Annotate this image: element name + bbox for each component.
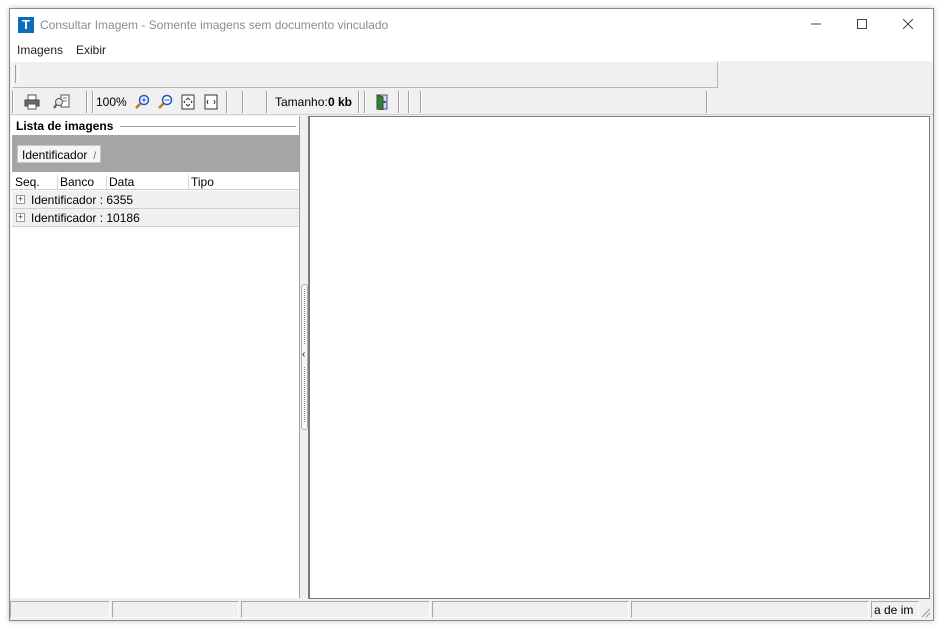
printer-icon (24, 94, 40, 110)
maximize-icon (857, 19, 867, 29)
status-cell-2 (112, 601, 239, 618)
expand-icon[interactable]: + (16, 213, 25, 222)
image-viewer[interactable] (308, 116, 930, 599)
zoom-in-icon (135, 94, 150, 109)
exit-button[interactable] (372, 92, 392, 112)
toolbar-separator (86, 91, 88, 113)
group-row-label: Identificador : 6355 (31, 193, 134, 207)
print-button[interactable] (22, 92, 42, 112)
image-list-title: Lista de imagens (16, 119, 120, 133)
toolbar-grip[interactable] (364, 91, 366, 113)
fit-page-button[interactable] (178, 92, 198, 112)
status-cell-3 (241, 601, 430, 618)
grip-dots (304, 289, 305, 344)
group-row[interactable]: + Identificador : 10186 (12, 209, 299, 227)
status-cell-1 (10, 601, 110, 618)
toolbar-separator (92, 91, 94, 113)
title-bar[interactable]: T Consultar Imagem - Somente imagens sem… (10, 9, 933, 41)
group-row-label: Identificador : 10186 (31, 211, 140, 225)
column-header-tipo[interactable]: Tipo (188, 175, 298, 189)
resize-grip-icon[interactable] (921, 608, 931, 618)
size-value: 0 kb (328, 95, 353, 109)
toolbar-grip[interactable] (12, 91, 14, 113)
menu-imagens[interactable]: Imagens (17, 43, 63, 57)
toolbar-grip[interactable] (408, 91, 410, 113)
status-cell-5 (631, 601, 869, 618)
window-title: Consultar Imagem - Somente imagens sem d… (40, 18, 389, 32)
main-window: T Consultar Imagem - Somente imagens sem… (9, 8, 934, 621)
toolbar-separator (398, 91, 400, 113)
group-row[interactable]: + Identificador : 6355 (12, 191, 299, 209)
exit-door-icon (376, 94, 388, 110)
app-logo-icon: T (18, 17, 34, 33)
close-button[interactable] (885, 9, 931, 39)
grip-dots (304, 367, 305, 422)
image-list-panel: Lista de imagens Identificador / Seq. Ban… (11, 116, 300, 598)
menu-bar: Imagens Exibir (10, 41, 933, 61)
fit-width-icon (204, 94, 218, 110)
column-header-seq[interactable]: Seq. (13, 175, 57, 189)
toolbar-separator (358, 91, 360, 113)
toolbar-separator (242, 91, 244, 113)
print-preview-button[interactable] (52, 92, 72, 112)
sort-ascending-icon: / (93, 151, 97, 162)
column-headers: Seq. Banco Data Tipo (12, 173, 299, 190)
menu-exibir[interactable]: Exibir (76, 43, 106, 57)
zoom-out-button[interactable] (155, 92, 175, 112)
column-header-banco[interactable]: Banco (57, 175, 106, 189)
toolbar: 100% Tamanho: 0 kb (10, 89, 933, 115)
group-by-label: Identificador (22, 148, 88, 162)
collapse-left-icon[interactable]: ‹ (302, 349, 305, 360)
expand-icon[interactable]: + (16, 195, 25, 204)
print-preview-icon (53, 94, 70, 109)
zoom-in-button[interactable] (132, 92, 152, 112)
group-by-chip[interactable]: Identificador / (17, 145, 102, 163)
zoom-level: 100% (96, 95, 127, 109)
toolbar-separator (706, 91, 708, 113)
maximize-button[interactable] (839, 9, 885, 39)
panel-title-rule (120, 126, 296, 127)
group-by-area[interactable]: Identificador / (12, 135, 299, 172)
status-cell-6: a de im (871, 601, 919, 618)
fit-width-button[interactable] (201, 92, 221, 112)
zoom-out-icon (158, 94, 173, 109)
toolbar-separator (226, 91, 228, 113)
close-icon (903, 19, 913, 29)
status-bar: a de im (10, 599, 933, 620)
minimize-button[interactable] (793, 9, 839, 39)
splitter-handle[interactable]: ‹ (301, 284, 308, 430)
toolbar-separator (420, 91, 422, 113)
status-cell-4 (432, 601, 629, 618)
panel-splitter[interactable]: ‹ (300, 116, 308, 598)
fit-page-icon (181, 94, 195, 110)
size-label: Tamanho: (275, 95, 328, 109)
minimize-icon (811, 23, 821, 25)
toolbar-grip[interactable] (266, 91, 268, 113)
column-header-data[interactable]: Data (106, 175, 188, 189)
toolbar-band-empty (12, 61, 718, 88)
